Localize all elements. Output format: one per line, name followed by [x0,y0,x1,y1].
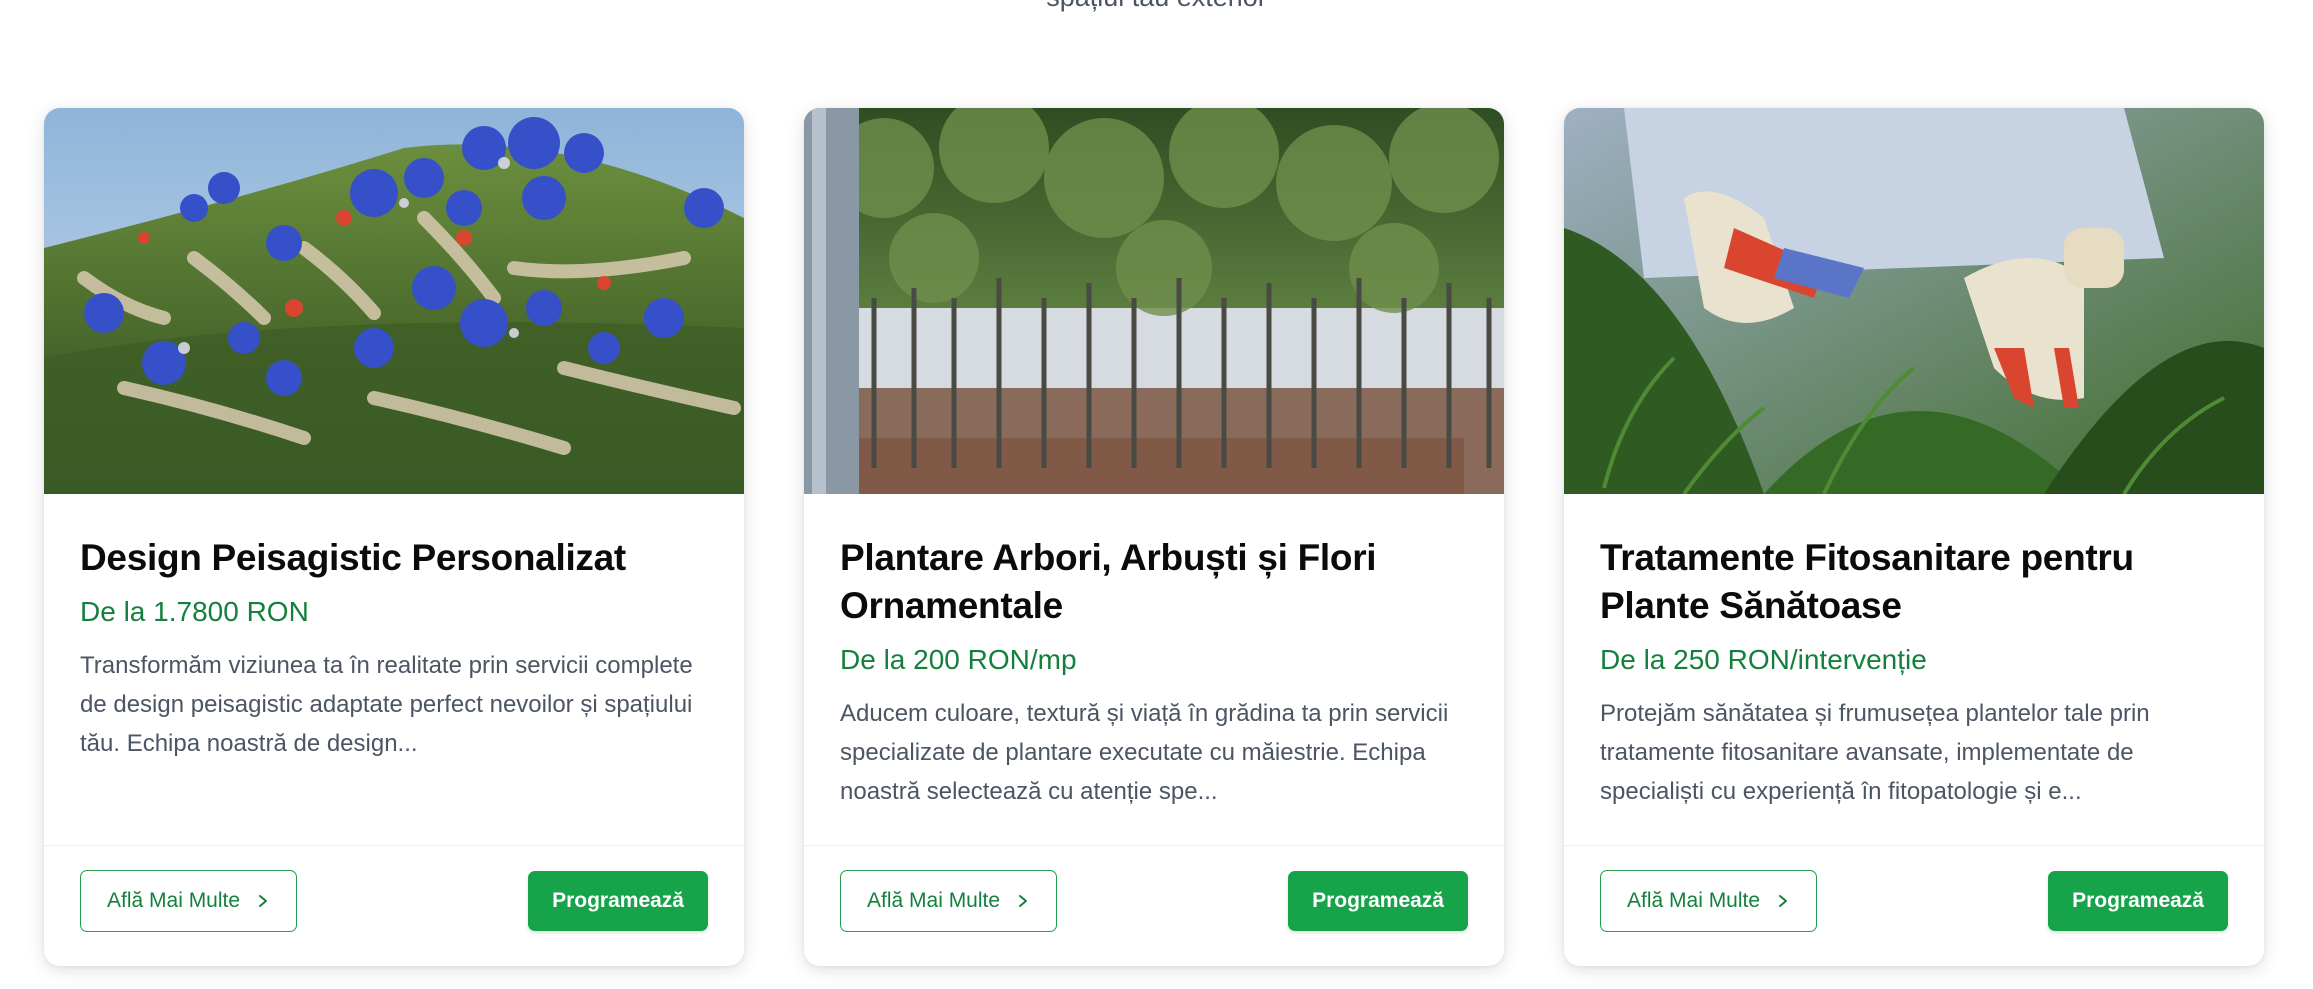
gloved-hands-spraying-plants-image [1564,108,2264,494]
services-grid: Design Peisagistic Personalizat De la 1.… [44,108,2264,966]
learn-more-button[interactable]: Află Mai Multe [1600,870,1818,932]
card-price: De la 250 RON/intervenție [1600,644,1927,675]
card-title: Plantare Arbori, Arbuști și Flori Orname… [840,537,1377,626]
trees-nursery-image [804,108,1504,494]
chevron-right-icon [1779,895,1788,907]
book-button[interactable]: Programează [1288,871,1468,931]
card-body: Plantare Arbori, Arbuști și Flori Orname… [804,494,1504,845]
card-footer: Află Mai Multe Programează [804,845,1504,966]
learn-more-button[interactable]: Află Mai Multe [80,870,298,932]
card-price: De la 200 RON/mp [840,644,1077,675]
card-description: Transformăm viziunea ta în realitate pri… [80,652,693,757]
landscape-hill-flowers-image [44,108,744,494]
learn-more-button[interactable]: Află Mai Multe [840,870,1058,932]
chevron-right-icon [259,895,268,907]
card-footer: Află Mai Multe Programează [44,845,744,966]
card-body: Design Peisagistic Personalizat De la 1.… [44,494,744,845]
learn-more-label: Află Mai Multe [1627,889,1761,912]
service-card-treatments: Tratamente Fitosanitare pentru Plante Să… [1564,108,2264,966]
card-description: Protejăm sănătatea și frumusețea plantel… [1600,700,2150,805]
card-body: Tratamente Fitosanitare pentru Plante Să… [1564,494,2264,845]
book-button[interactable]: Programează [2048,871,2228,931]
card-price: De la 1.7800 RON [80,596,309,627]
section-subtitle: spațiul tău exterior [0,0,2313,13]
card-description: Aducem culoare, textură și viață în grăd… [840,700,1449,805]
learn-more-label: Află Mai Multe [867,889,1001,912]
card-footer: Află Mai Multe Programează [1564,845,2264,966]
service-card-design: Design Peisagistic Personalizat De la 1.… [44,108,744,966]
book-button[interactable]: Programează [528,871,708,931]
card-title: Design Peisagistic Personalizat [80,537,626,578]
learn-more-label: Află Mai Multe [107,889,241,912]
chevron-right-icon [1019,895,1028,907]
card-title: Tratamente Fitosanitare pentru Plante Să… [1600,537,2134,626]
service-card-planting: Plantare Arbori, Arbuști și Flori Orname… [804,108,1504,966]
